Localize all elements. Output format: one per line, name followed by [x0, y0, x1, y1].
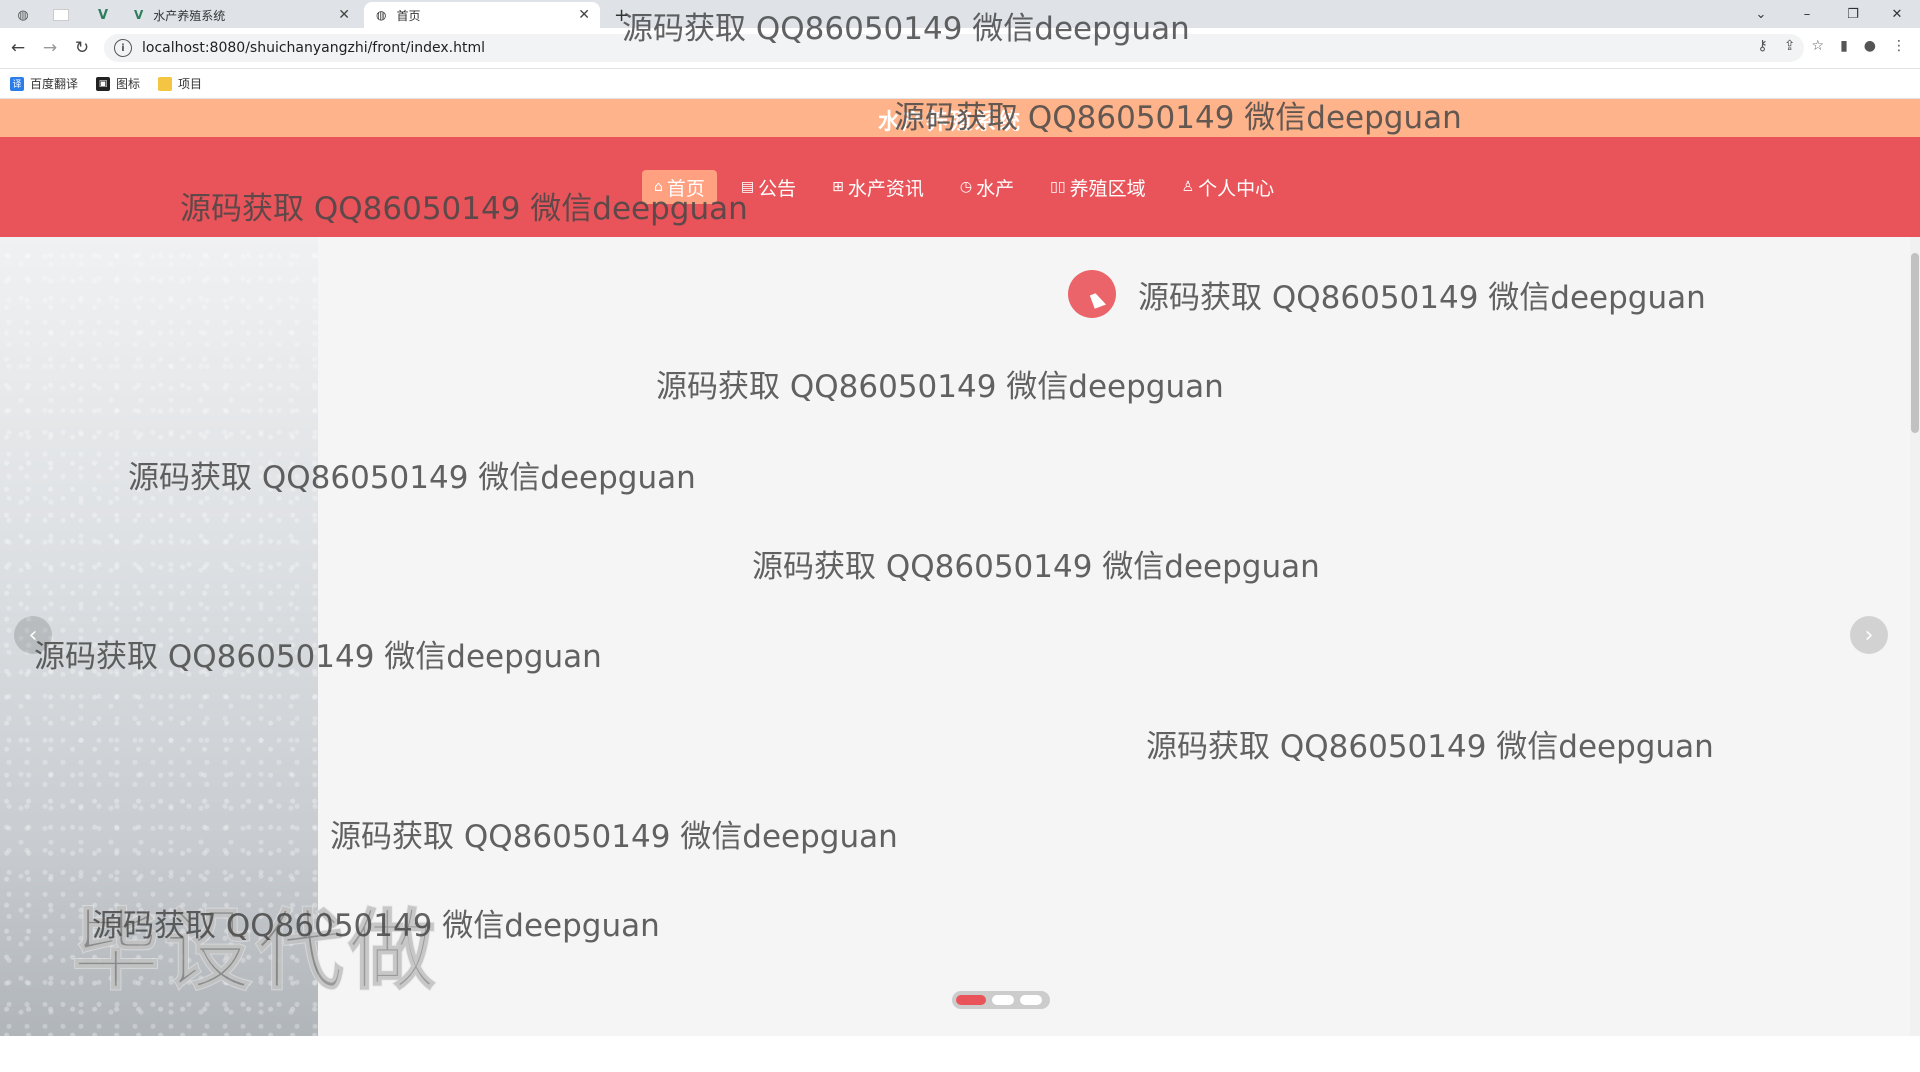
nav-label: 水产 [976, 177, 1015, 200]
watermark-text: 源码获取 QQ86050149 微信deepguan [128, 460, 696, 496]
menu-icon[interactable]: ⋮ [1892, 38, 1906, 54]
scrollbar-thumb[interactable] [1911, 253, 1919, 433]
watermark-text: 源码获取 QQ86050149 微信deepguan [92, 908, 660, 944]
nav-item-profile[interactable]: ♙ 个人中心 [1170, 170, 1287, 204]
chevron-right-icon: › [1864, 622, 1874, 648]
side-panel-icon[interactable]: ▮ [1840, 38, 1848, 54]
watermark-text: 源码获取 QQ86050149 微信deepguan [894, 100, 1462, 136]
grid-icon: ⊞ [832, 179, 844, 195]
url-text: localhost:8080/shuichanyangzhi/front/ind… [142, 40, 485, 56]
profile-icon[interactable]: ● [1864, 38, 1876, 54]
star-icon[interactable]: ☆ [1812, 38, 1825, 54]
reload-icon[interactable]: ↻ [70, 36, 94, 60]
globe-icon: ◍ [376, 8, 387, 22]
translate-icon: 译 [10, 76, 24, 91]
layout-icon: ▯▯ [1050, 179, 1066, 195]
bookmark-icons[interactable]: ▣ 图标 [96, 75, 140, 92]
watermark-text: 源码获取 QQ86050149 微信deepguan [622, 11, 1190, 47]
watermark-text: 源码获取 QQ86050149 微信deepguan [180, 191, 748, 227]
nav-label: 个人中心 [1198, 177, 1275, 200]
nav-item-aquatic[interactable]: ◷ 水产 [948, 170, 1026, 204]
carousel-next-button[interactable]: › [1850, 616, 1888, 654]
image-icon: ▣ [96, 76, 111, 91]
nav-item-area[interactable]: ▯▯ 养殖区域 [1038, 170, 1157, 204]
globe-icon: ◍ [17, 7, 29, 23]
key-icon[interactable]: ⚷ [1758, 38, 1768, 54]
tab-label: 首页 [396, 8, 421, 23]
window-close-icon[interactable]: ✕ [1874, 0, 1920, 28]
watermark-text: 源码获取 QQ86050149 微信deepguan [330, 819, 898, 855]
tab-search-icon[interactable]: ⌄ [1738, 0, 1784, 28]
watermark-text: 源码获取 QQ86050149 微信deepguan [1138, 280, 1706, 316]
pinned-tab-globe[interactable]: ◍ [8, 3, 38, 27]
bookmark-translate[interactable]: 译 百度翻译 [10, 75, 78, 92]
page-scrollbar[interactable] [1910, 237, 1920, 1036]
site-info-icon[interactable]: i [114, 39, 132, 57]
nav-label: 水产资讯 [847, 177, 924, 200]
watermark-text: 源码获取 QQ86050149 微信deepguan [752, 549, 1320, 585]
close-icon[interactable]: ✕ [568, 7, 600, 23]
pinned-tab-blank[interactable] [46, 3, 76, 27]
forward-icon[interactable]: → [38, 36, 62, 60]
carousel-indicators [952, 991, 1050, 1009]
pinned-tab-vue[interactable]: V [88, 3, 118, 27]
carousel-dot[interactable] [992, 995, 1014, 1005]
carousel-dot[interactable] [1020, 995, 1042, 1005]
tab-home[interactable]: ◍ 首页 ✕ [364, 2, 600, 28]
nav-label: 公告 [758, 177, 797, 200]
folder-icon [158, 76, 173, 91]
page-bottom [0, 1036, 1920, 1072]
watermark-text: 源码获取 QQ86050149 微信deepguan [656, 369, 1224, 405]
close-icon[interactable]: ✕ [328, 7, 360, 23]
clock-icon: ◷ [959, 179, 973, 195]
watermark-text: 源码获取 QQ86050149 微信deepguan [1146, 729, 1714, 765]
bookmark-project[interactable]: 项目 [158, 75, 202, 92]
watermark-text: 源码获取 QQ86050149 微信deepguan [34, 639, 602, 675]
restore-icon[interactable]: ❐ [1830, 0, 1876, 28]
blank-page-icon [53, 9, 69, 21]
vue-logo-icon: V [134, 8, 144, 22]
tab-system[interactable]: V 水产养殖系统 ✕ [128, 2, 360, 28]
browser-actions: ⚷ ⇪ ☆ ▮ ● ⋮ [1758, 38, 1907, 54]
minimize-icon[interactable]: – [1784, 0, 1830, 28]
nav-label: 养殖区域 [1069, 177, 1146, 200]
vue-logo-icon: V [97, 7, 109, 23]
share-icon[interactable]: ⇪ [1784, 38, 1796, 54]
nav-item-news[interactable]: ⊞ 水产资讯 [820, 170, 936, 204]
tab-label: 水产养殖系统 [153, 8, 226, 23]
carousel-dot[interactable] [956, 995, 986, 1005]
back-icon[interactable]: ← [6, 36, 30, 60]
user-icon: ♙ [1181, 179, 1195, 195]
